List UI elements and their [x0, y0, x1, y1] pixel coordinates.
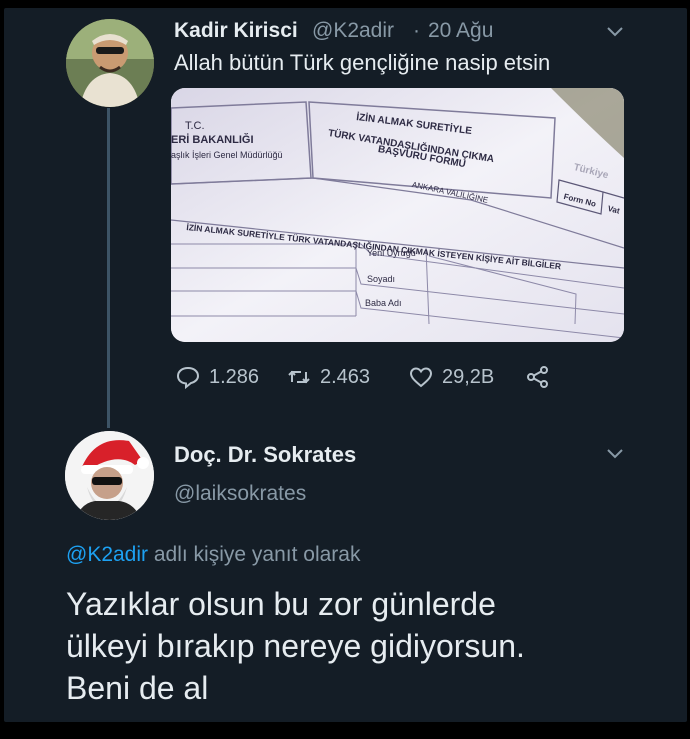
tweet1-image[interactable]: T.C. ERİ BAKANLIĞI aşlık İşleri Genel Mü… [171, 88, 624, 342]
reply-action[interactable]: 1.286 [175, 362, 259, 392]
tweet2-author-name[interactable]: Doç. Dr. Sokrates [174, 442, 356, 468]
tweet1-date[interactable]: 20 Ağu [428, 19, 493, 43]
form-header-left-1: T.C. [185, 120, 205, 132]
reply-icon [176, 366, 200, 390]
avatar-kadir[interactable] [66, 19, 154, 107]
avatar-sokrates[interactable] [65, 431, 154, 520]
chevron-down-icon[interactable] [604, 20, 626, 42]
heart-icon [409, 367, 433, 388]
tweet2-text-line: ülkeyi bırakıp nereye gidiyorsun. [66, 628, 525, 664]
share-icon[interactable] [525, 364, 551, 390]
reply-context: @K2adir adlı kişiye yanıt olarak [66, 543, 360, 567]
like-count: 29,2B [442, 365, 495, 388]
tweet2-text-line: Beni de al [66, 670, 209, 706]
form-field-1: Yeni Uyruğu [367, 248, 416, 258]
form-field-3: Baba Adı [365, 298, 402, 308]
tweet2-handle[interactable]: @laiksokrates [174, 482, 306, 506]
reply-count: 1.286 [209, 365, 260, 388]
form-header-left-2: ERİ BAKANLIĞI [171, 134, 254, 146]
retweet-icon [288, 370, 310, 384]
tweet1-text: Allah bütün Türk gençliğine nasip etsin [174, 50, 551, 75]
form-header-left-3: aşlık İşleri Genel Müdürlüğü [171, 150, 283, 160]
tweet1-author-name[interactable]: Kadir Kirisci [174, 19, 298, 43]
retweet-count: 2.463 [320, 365, 371, 388]
like-action[interactable]: 29,2B [408, 362, 494, 392]
retweet-action[interactable]: 2.463 [286, 362, 370, 392]
tweet2-text: Yazıklar olsun bu zor günlerde ülkeyi bı… [66, 583, 666, 709]
thread-line [107, 108, 110, 428]
reply-mention-link[interactable]: @K2adir [66, 543, 148, 566]
reply-context-text: adlı kişiye yanıt olarak [148, 543, 361, 566]
chevron-down-icon[interactable] [604, 442, 626, 464]
tweet1-handle[interactable]: @K2adir [312, 19, 394, 43]
form-field-2: Soyadı [367, 274, 396, 284]
tweet1-separator: · [413, 19, 420, 42]
screenshot-frame: Kadir Kirisci @K2adir · 20 Ağu Allah büt… [0, 0, 690, 739]
tweet2-text-line: Yazıklar olsun bu zor günlerde [66, 586, 496, 622]
